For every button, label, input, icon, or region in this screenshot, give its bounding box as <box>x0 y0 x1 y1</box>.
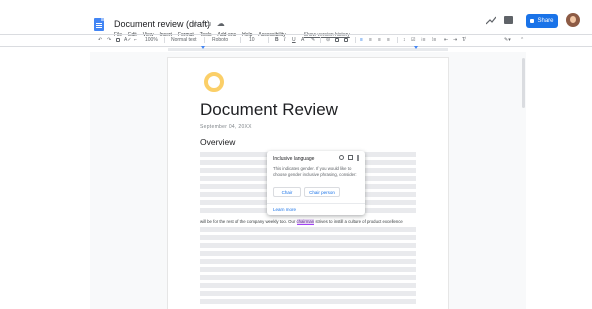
body-sentence[interactable]: will be for the rest of the company week… <box>200 219 403 225</box>
style-select[interactable]: Normal text <box>171 37 197 43</box>
dismiss-icon[interactable] <box>339 155 344 160</box>
clear-formatting-icon[interactable]: T̸ <box>462 37 465 43</box>
toolbar: ↶ ↷ A✓ ⌐ 100% Normal text Roboto 10 B I … <box>0 35 592 45</box>
suggestion-chair-button[interactable]: Chair <box>273 187 301 197</box>
zoom-select[interactable]: 100% <box>145 37 158 43</box>
align-right-icon[interactable]: ≡ <box>378 37 381 43</box>
print-icon[interactable] <box>116 38 120 42</box>
align-justify-icon[interactable]: ≡ <box>387 37 390 43</box>
lock-icon <box>530 19 535 23</box>
star-icon[interactable]: ☆ <box>192 19 199 28</box>
placeholder-line <box>200 275 416 280</box>
popup-actions <box>339 155 359 161</box>
share-label: Share <box>537 18 554 24</box>
ruler <box>168 48 448 51</box>
divider <box>267 203 365 204</box>
separator <box>204 37 205 43</box>
bulleted-list-icon[interactable]: ⁝≡ <box>421 37 426 43</box>
editing-mode-icon[interactable]: ✎▾ <box>504 37 511 43</box>
placeholder-line <box>200 227 416 232</box>
collapse-toolbar-icon[interactable]: ⌃ <box>520 37 524 43</box>
sentence-after: strives to instill a culture of product … <box>314 219 403 224</box>
comment-icon[interactable] <box>504 16 513 24</box>
redo-icon[interactable]: ↷ <box>107 37 111 43</box>
sun-logo-icon <box>204 72 224 92</box>
placeholder-line <box>200 283 416 288</box>
link-icon[interactable]: ⊝ <box>326 37 330 43</box>
separator <box>268 37 269 43</box>
highlight-icon[interactable]: ✎ <box>311 37 315 43</box>
placeholder-line <box>200 243 416 248</box>
numbered-list-icon[interactable]: ⁞≡ <box>432 37 436 43</box>
sentence-before: will be for the rest of the company week… <box>200 219 297 224</box>
paint-format-icon[interactable]: ⌐ <box>134 37 137 43</box>
feedback-icon[interactable] <box>348 155 353 160</box>
checklist-icon[interactable]: ☑ <box>411 37 415 43</box>
placeholder-line <box>200 299 416 304</box>
align-center-icon[interactable]: ≡ <box>369 37 372 43</box>
placeholder-line <box>200 267 416 272</box>
undo-icon[interactable]: ↶ <box>98 37 102 43</box>
avatar[interactable] <box>566 13 580 27</box>
document-date: September 04, 20XX <box>200 124 252 130</box>
align-left-icon[interactable]: ≡ <box>360 37 363 43</box>
inclusive-language-popup: Inclusive language This indicates gender… <box>267 151 365 215</box>
italic-button[interactable]: I <box>284 37 285 43</box>
text-color-button[interactable]: A <box>301 37 304 43</box>
right-indent-marker[interactable] <box>414 46 418 49</box>
font-select[interactable]: Roboto <box>212 37 228 43</box>
spellcheck-icon[interactable]: A✓ <box>124 37 132 43</box>
separator <box>240 37 241 43</box>
docs-logo-icon[interactable] <box>94 18 104 31</box>
separator <box>397 37 398 43</box>
line-spacing-icon[interactable]: ↕ <box>403 37 406 43</box>
document-heading: Document Review <box>200 100 338 119</box>
activity-trend-icon[interactable] <box>486 16 496 26</box>
placeholder-lines-bottom <box>200 227 416 307</box>
flagged-word[interactable]: chairman <box>296 219 315 225</box>
separator <box>355 37 356 43</box>
google-docs-window: Document review (draft) ☆ ▭ ☁ File Edit … <box>0 0 592 309</box>
more-options-icon[interactable] <box>357 155 359 161</box>
placeholder-line <box>200 259 416 264</box>
overview-heading: Overview <box>200 137 236 147</box>
popup-title: Inclusive language <box>273 156 315 162</box>
placeholder-line <box>200 251 416 256</box>
insert-image-icon[interactable] <box>344 38 348 42</box>
bold-button[interactable]: B <box>275 37 279 43</box>
font-size-select[interactable]: 10 <box>249 37 255 43</box>
placeholder-line <box>200 291 416 296</box>
placeholder-line <box>200 235 416 240</box>
suggestion-chair-person-button[interactable]: Chair person <box>304 187 340 197</box>
header-actions: Share <box>442 13 592 34</box>
share-button[interactable]: Share <box>526 14 558 28</box>
cloud-icon[interactable]: ☁ <box>217 19 225 28</box>
learn-more-link[interactable]: Learn more <box>273 207 296 212</box>
decrease-indent-icon[interactable]: ⇤ <box>444 37 448 43</box>
separator <box>164 37 165 43</box>
popup-message: This indicates gender. If you would like… <box>273 166 357 177</box>
left-indent-marker[interactable] <box>201 46 205 49</box>
title-icons: ☆ ▭ ☁ <box>192 19 225 28</box>
folder-icon[interactable]: ▭ <box>204 19 212 28</box>
underline-button[interactable]: U <box>292 37 296 43</box>
scrollbar[interactable] <box>522 58 525 108</box>
separator <box>320 37 321 43</box>
divider <box>0 46 592 47</box>
increase-indent-icon[interactable]: ⇥ <box>453 37 457 43</box>
insert-comment-icon[interactable] <box>335 38 339 42</box>
